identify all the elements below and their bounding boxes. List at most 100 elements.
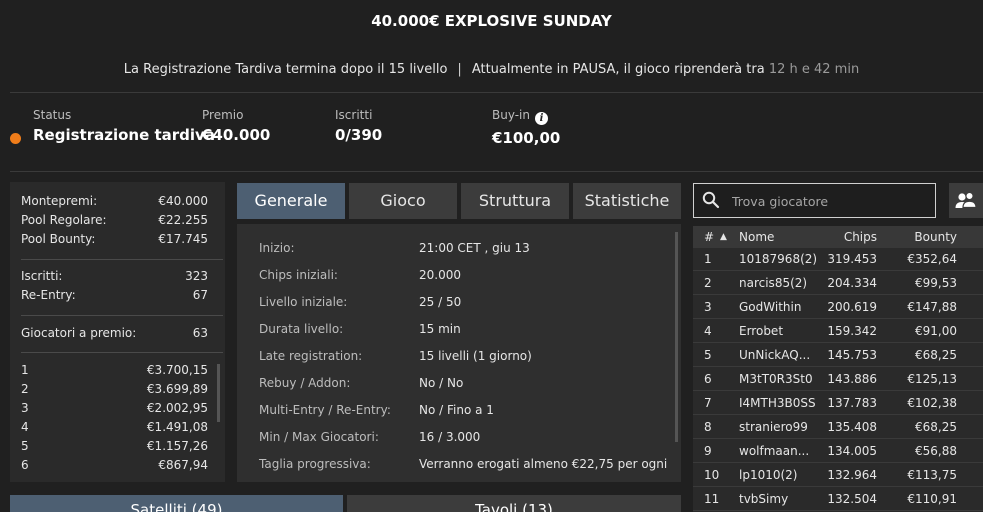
detail-value: Verranno erogati almeno €22,75 per ogni xyxy=(419,457,668,471)
row-player: narcis85(2) xyxy=(739,276,808,290)
sort-ascending-icon[interactable]: ▲ xyxy=(720,232,727,242)
payout-scrollbar[interactable] xyxy=(217,364,220,422)
table-row[interactable]: 6 M3tT0R3St0 143.886 €125,13 xyxy=(693,368,983,391)
payout-amount: €867,94 xyxy=(158,458,208,472)
table-row[interactable]: 4 Errobet 159.342 €91,00 xyxy=(693,320,983,343)
payout-position: 4 xyxy=(21,420,29,434)
row-chips: 200.619 xyxy=(827,300,877,314)
prize-row-label: Iscritti: xyxy=(21,269,63,283)
prize-value: €40.000 xyxy=(202,126,271,144)
friends-button[interactable] xyxy=(949,183,983,218)
tab-statistiche[interactable]: Statistiche xyxy=(573,183,681,219)
table-row[interactable]: 2 narcis85(2) 204.334 €99,53 xyxy=(693,272,983,295)
row-player: straniero99 xyxy=(739,420,808,434)
tab-gioco[interactable]: Gioco xyxy=(349,183,457,219)
row-player: Errobet xyxy=(739,324,784,338)
satellites-label: Satelliti (49) xyxy=(130,501,223,512)
payout-position: 2 xyxy=(21,382,29,396)
satellites-button[interactable]: Satelliti (49) xyxy=(10,495,343,512)
search-input[interactable] xyxy=(730,190,929,212)
row-rank: 6 xyxy=(704,372,712,386)
payout-position: 5 xyxy=(21,439,29,453)
header-num[interactable]: # xyxy=(704,230,714,244)
row-player: wolfmaan... xyxy=(739,444,810,458)
prize-row-label: Pool Regolare: xyxy=(21,213,107,227)
buyin-label-row: Buy-in i xyxy=(492,108,560,125)
row-rank: 10 xyxy=(704,468,720,482)
row-rank: 5 xyxy=(704,348,712,362)
table-row[interactable]: 3 GodWithin 200.619 €147,88 xyxy=(693,296,983,319)
divider xyxy=(21,352,223,353)
detail-key: Durata livello: xyxy=(259,322,344,336)
table-row[interactable]: 10 lp1010(2) 132.964 €113,75 xyxy=(693,464,983,487)
table-row[interactable]: 8 straniero99 135.408 €68,25 xyxy=(693,416,983,439)
table-row[interactable]: 1 10187968(2) 319.453 €352,64 xyxy=(693,248,983,271)
separator: | xyxy=(457,62,462,77)
payout-row: 1 €3.700,15 xyxy=(21,363,208,377)
table-row[interactable]: 11 tvbSimy 132.504 €110,91 xyxy=(693,488,983,511)
detail-value: 25 / 50 xyxy=(419,295,462,309)
row-bounty: €125,13 xyxy=(907,372,957,386)
search-icon xyxy=(702,191,720,209)
header-name[interactable]: Nome xyxy=(739,230,774,244)
prize-row-value: 323 xyxy=(185,269,208,283)
prize-row: Pool Regolare: €22.255 xyxy=(21,213,208,227)
payout-row: 2 €3.699,89 xyxy=(21,382,208,396)
row-chips: 137.783 xyxy=(827,396,877,410)
row-rank: 2 xyxy=(704,276,712,290)
row-chips: 319.453 xyxy=(827,252,877,266)
row-bounty: €68,25 xyxy=(915,348,957,362)
player-search[interactable] xyxy=(693,183,936,218)
buyin-block: Buy-in i €100,00 xyxy=(492,108,560,147)
row-player: 10187968(2) xyxy=(739,252,818,266)
prize-row: Iscritti: 323 xyxy=(21,269,208,283)
info-icon[interactable]: i xyxy=(535,112,548,125)
row-bounty: €68,25 xyxy=(915,420,957,434)
payout-row: 5 €1.157,26 xyxy=(21,439,208,453)
row-chips: 135.408 xyxy=(827,420,877,434)
detail-value: No / Fino a 1 xyxy=(419,403,494,417)
resume-countdown: 12 h e 42 min xyxy=(768,62,860,77)
row-bounty: €113,75 xyxy=(907,468,957,482)
paid-places-value: 63 xyxy=(192,326,208,340)
table-row[interactable]: 9 wolfmaan... 134.005 €56,88 xyxy=(693,440,983,463)
header-bounty[interactable]: Bounty xyxy=(914,230,957,244)
detail-key: Min / Max Giocatori: xyxy=(259,430,379,444)
tables-button[interactable]: Tavoli (13) xyxy=(347,495,681,512)
detail-key: Chips iniziali: xyxy=(259,268,338,282)
row-rank: 8 xyxy=(704,420,712,434)
prize-pool-panel: Montepremi: €40.000 Pool Regolare: €22.255… xyxy=(10,182,225,482)
status-dot xyxy=(10,133,21,144)
row-rank: 4 xyxy=(704,324,712,338)
payout-position: 3 xyxy=(21,401,29,415)
payout-amount: €1.157,26 xyxy=(146,439,208,453)
tab-struttura[interactable]: Struttura xyxy=(461,183,569,219)
divider xyxy=(21,259,223,260)
row-rank: 3 xyxy=(704,300,712,314)
row-bounty: €352,64 xyxy=(907,252,957,266)
row-rank: 9 xyxy=(704,444,712,458)
table-row[interactable]: 5 UnNickAQ... 145.753 €68,25 xyxy=(693,344,983,367)
prize-row-value: €40.000 xyxy=(158,194,208,208)
header-chips[interactable]: Chips xyxy=(844,230,877,244)
row-chips: 134.005 xyxy=(827,444,877,458)
details-scrollbar[interactable] xyxy=(675,232,678,442)
detail-key: Late registration: xyxy=(259,349,363,363)
row-chips: 159.342 xyxy=(827,324,877,338)
prize-row: Re-Entry: 67 xyxy=(21,288,208,302)
late-registration-bar: La Registrazione Tardiva termina dopo il… xyxy=(0,62,983,77)
payout-position: 1 xyxy=(21,363,29,377)
payout-row: 6 €867,94 xyxy=(21,458,208,472)
tables-label: Tavoli (13) xyxy=(475,501,553,512)
table-row[interactable]: 7 I4MTH3B0SS 137.783 €102,38 xyxy=(693,392,983,415)
status-label: Status xyxy=(33,108,72,122)
detail-value: 15 livelli (1 giorno) xyxy=(419,349,532,363)
row-chips: 132.504 xyxy=(827,492,877,506)
detail-key: Multi-Entry / Re-Entry: xyxy=(259,403,391,417)
payout-amount: €3.699,89 xyxy=(146,382,208,396)
row-player: GodWithin xyxy=(739,300,802,314)
row-bounty: €102,38 xyxy=(907,396,957,410)
tournament-title: 40.000€ EXPLOSIVE SUNDAY xyxy=(371,12,612,30)
tab-generale[interactable]: Generale xyxy=(237,183,345,219)
payout-row: 4 €1.491,08 xyxy=(21,420,208,434)
